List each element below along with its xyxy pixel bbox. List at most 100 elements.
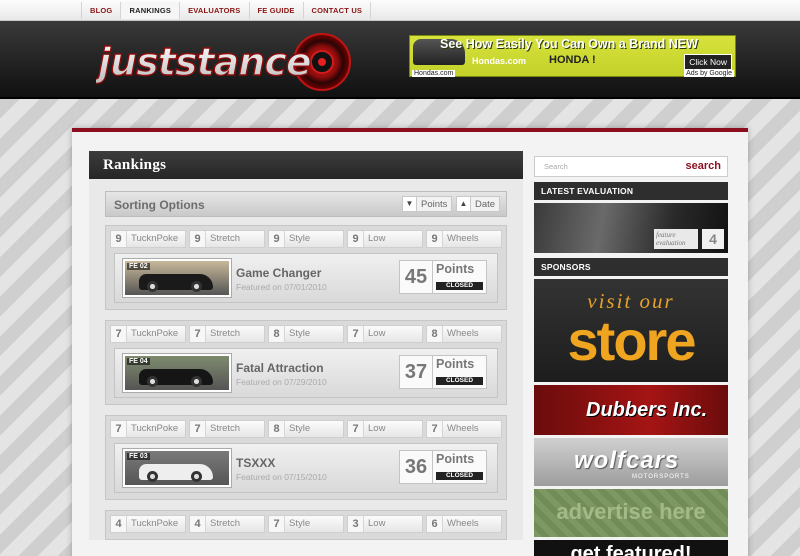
- score-row: 7 TucknPoke 7 Stretch 8 Style 7 Low 7 Wheels: [110, 420, 502, 438]
- advertise-here-text: advertise here: [556, 499, 706, 524]
- wheel-shape: [147, 471, 158, 482]
- score-low: 9 Low: [347, 230, 423, 248]
- search-box: Search search: [534, 156, 728, 177]
- ranking-entry: 9 TucknPoke 9 Stretch 9 Style 9 Low 9 Wheels FE 02…: [105, 225, 507, 310]
- score-value: 3: [348, 516, 364, 532]
- car-photo: FE 04: [125, 356, 229, 390]
- banner-ad[interactable]: See How Easily You Can Own a Brand NEW H…: [409, 35, 736, 77]
- feature-tag: FE 03: [127, 453, 150, 460]
- rankings-body: Sorting Options ▼ Points ▲ Date 9 TucknPo…: [89, 179, 523, 540]
- sponsor-dubbers-banner[interactable]: Dubbers Inc.: [534, 385, 728, 435]
- score-label: TucknPoke: [131, 423, 179, 434]
- score-label: Low: [368, 233, 386, 244]
- score-low: 7 Low: [347, 420, 423, 438]
- feature-card[interactable]: FE 02 Game Changer Featured on 07/01/2010 4…: [114, 253, 498, 303]
- sponsors-heading: SPONSORS: [534, 258, 728, 276]
- ad-url[interactable]: Hondas.com: [412, 70, 456, 77]
- nav-fe-guide[interactable]: FE GUIDE: [250, 2, 304, 19]
- sort-by-points-button[interactable]: ▼ Points: [402, 196, 453, 212]
- ad-click-button[interactable]: Click Now: [684, 54, 732, 70]
- score-value: 8: [269, 326, 285, 342]
- score-value: 9: [111, 231, 127, 247]
- score-label: Low: [368, 328, 386, 339]
- latest-evaluation-image[interactable]: feature evaluation 4: [534, 203, 728, 253]
- nav-blog[interactable]: BLOG: [81, 2, 122, 19]
- search-input[interactable]: Search: [544, 162, 568, 171]
- score-stretch: 7 Stretch: [189, 325, 265, 343]
- score-value: 8: [427, 326, 443, 342]
- score-value: 7: [111, 421, 127, 437]
- feature-tag: FE 02: [127, 263, 150, 270]
- points-label: Points: [436, 357, 475, 371]
- feature-evaluation-label: feature evaluation: [654, 229, 698, 249]
- sponsor-store-banner[interactable]: visit our store: [534, 279, 728, 382]
- feature-title[interactable]: Fatal Attraction: [236, 361, 324, 375]
- score-value: 4: [190, 516, 206, 532]
- score-label: Wheels: [447, 518, 479, 529]
- closed-badge: CLOSED: [436, 472, 483, 480]
- advertise-here-banner[interactable]: advertise here: [534, 489, 728, 537]
- dubbers-banner-text: Dubbers Inc.: [586, 399, 708, 421]
- score-wheels: 9 Wheels: [426, 230, 502, 248]
- score-tucknpoke: 7 TucknPoke: [110, 325, 186, 343]
- feature-thumbnail[interactable]: FE 02: [122, 258, 232, 298]
- car-photo: FE 03: [125, 451, 229, 485]
- sponsor-wolfcars-banner[interactable]: wolfcars MOTORSPORTS: [534, 438, 728, 486]
- score-label: Style: [289, 328, 311, 339]
- ads-by-google-link[interactable]: Ads by Google: [684, 70, 734, 77]
- ranking-entry: 4 TucknPoke 4 Stretch 7 Style 3 Low 6 Wheels: [105, 510, 507, 540]
- search-button[interactable]: search: [686, 160, 721, 172]
- rankings-panel: Rankings Sorting Options ▼ Points ▲ Date…: [89, 151, 523, 540]
- points-label-box: Points CLOSED: [433, 355, 487, 389]
- ad-headline: See How Easily You Can Own a Brand NEW: [440, 37, 698, 51]
- sorting-options-bar: Sorting Options ▼ Points ▲ Date: [105, 191, 507, 217]
- feature-title[interactable]: Game Changer: [236, 266, 321, 280]
- sidebar: Search search LATEST EVALUATION feature …: [534, 156, 728, 556]
- sort-by-date-button[interactable]: ▲ Date: [456, 196, 501, 212]
- points-label: Points: [436, 452, 475, 466]
- points-value: 37: [399, 355, 433, 389]
- feature-thumbnail[interactable]: FE 03: [122, 448, 232, 488]
- score-label: TucknPoke: [131, 518, 179, 529]
- sort-date-label: Date: [471, 196, 501, 212]
- nav-rankings[interactable]: RANKINGS: [121, 2, 181, 19]
- site-header: juststance See How Easily You Can Own a …: [0, 21, 800, 99]
- feature-date: Featured on 07/01/2010: [236, 282, 327, 292]
- score-label: Low: [368, 518, 386, 529]
- nav-contact-us[interactable]: CONTACT US: [304, 2, 372, 19]
- points-box: 36 Points CLOSED: [399, 450, 489, 484]
- get-featured-text: get featured!: [570, 543, 692, 556]
- score-low: 7 Low: [347, 325, 423, 343]
- evaluation-count: 4: [702, 229, 724, 249]
- points-value: 36: [399, 450, 433, 484]
- ad-brand: HONDA !: [549, 54, 596, 66]
- score-value: 7: [348, 421, 364, 437]
- score-row: 9 TucknPoke 9 Stretch 9 Style 9 Low 9 Wheels: [110, 230, 502, 248]
- score-value: 7: [190, 326, 206, 342]
- score-tucknpoke: 7 TucknPoke: [110, 420, 186, 438]
- points-label-box: Points CLOSED: [433, 260, 487, 294]
- get-featured-banner[interactable]: get featured!: [534, 540, 728, 556]
- nav-evaluators[interactable]: EVALUATORS: [180, 2, 250, 19]
- feature-title[interactable]: TSXXX: [236, 456, 275, 470]
- feature-thumbnail[interactable]: FE 04: [122, 353, 232, 393]
- wheel-shape: [191, 281, 202, 292]
- points-label: Points: [436, 262, 475, 276]
- points-box: 45 Points CLOSED: [399, 260, 489, 294]
- sort-down-icon: ▼: [402, 196, 417, 212]
- logo-graphic: juststance: [92, 33, 351, 91]
- wheel-shape: [191, 376, 202, 387]
- feature-card[interactable]: FE 04 Fatal Attraction Featured on 07/29/2…: [114, 348, 498, 398]
- score-tucknpoke: 4 TucknPoke: [110, 515, 186, 533]
- feature-card[interactable]: FE 03 TSXXX Featured on 07/15/2010 36 Points…: [114, 443, 498, 493]
- wheel-shape: [147, 376, 158, 387]
- score-label: Style: [289, 518, 311, 529]
- score-value: 7: [190, 421, 206, 437]
- score-row: 7 TucknPoke 7 Stretch 8 Style 7 Low 8 Wheels: [110, 325, 502, 343]
- score-style: 8 Style: [268, 325, 344, 343]
- score-value: 9: [269, 231, 285, 247]
- score-label: TucknPoke: [131, 233, 179, 244]
- ad-site: Hondas.com: [472, 56, 527, 66]
- score-label: Style: [289, 423, 311, 434]
- site-logo[interactable]: juststance: [92, 31, 351, 93]
